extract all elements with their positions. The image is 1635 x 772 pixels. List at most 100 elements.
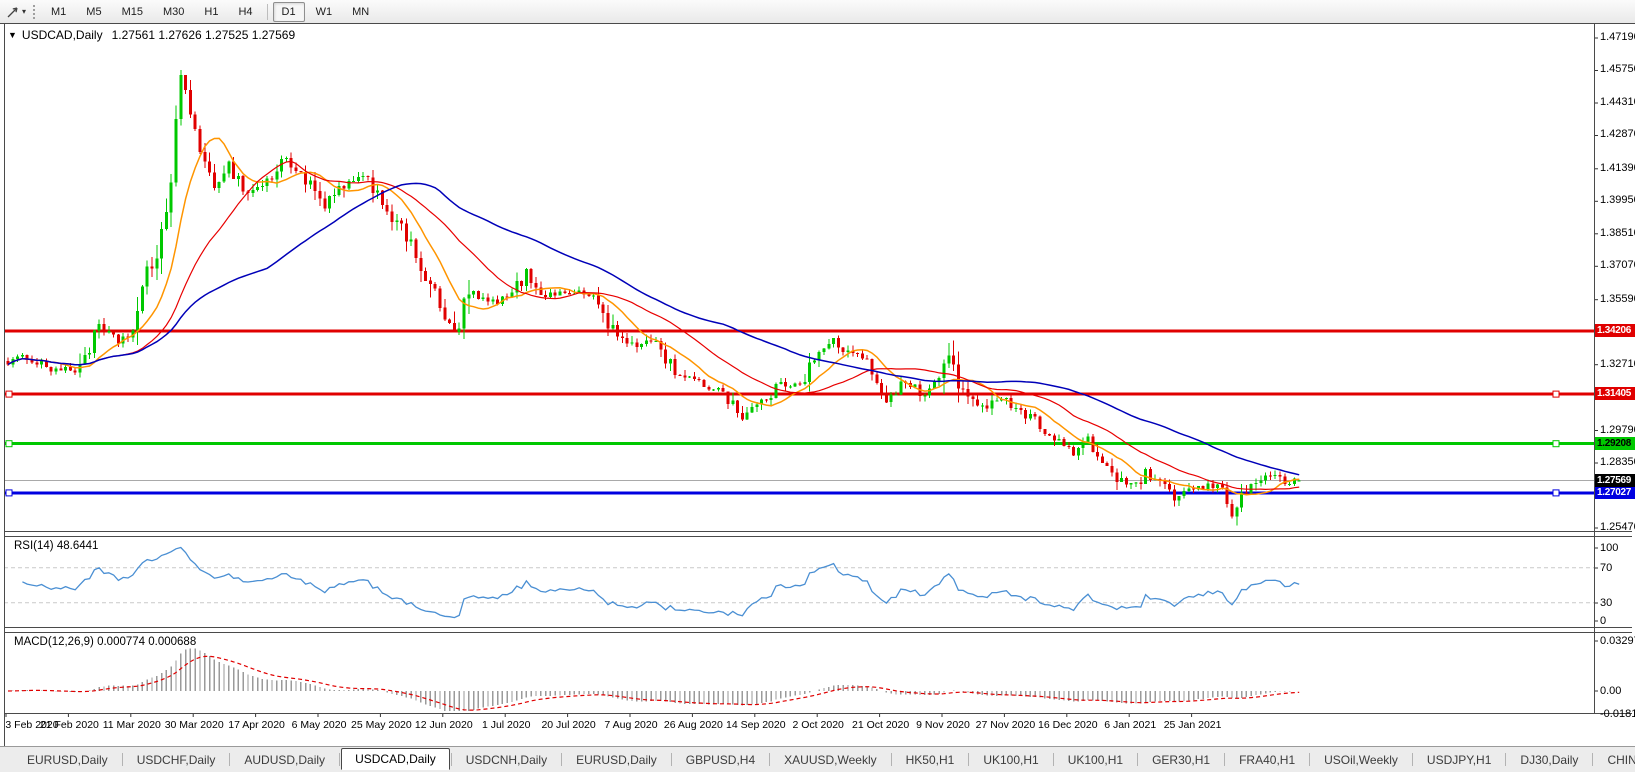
tab-separator (561, 753, 563, 766)
date-tick-label: 11 Mar 2020 (102, 719, 161, 731)
chart-canvas[interactable] (0, 0, 1635, 772)
macd-indicator-label: MACD(12,26,9) 0.000774 0.000688 (14, 636, 196, 648)
macd-tick-label: 0.032972 (1600, 635, 1635, 647)
timeframe-button-d1[interactable]: D1 (272, 1, 305, 22)
rsi-indicator-label: RSI(14) 48.6441 (14, 540, 98, 552)
price-tick-label: 1.39950 (1600, 194, 1635, 207)
date-tick-label: 21 Feb 2020 (39, 719, 99, 731)
price-axis-line[interactable] (1594, 24, 1595, 714)
tab-usdchf-daily[interactable]: USDCHF,Daily (124, 749, 229, 771)
tab-gbpusd-h4[interactable]: GBPUSD,H4 (673, 749, 768, 771)
tab-hk50-h1[interactable]: HK50,H1 (893, 749, 968, 771)
date-tick-label: 20 Jul 2020 (541, 719, 596, 731)
macd-tick-label: -0.01815 (1600, 708, 1635, 720)
timeframe-button-h4[interactable]: H4 (229, 2, 261, 22)
tab-ger30-h1[interactable]: GER30,H1 (1139, 749, 1223, 771)
price-level-tag: 1.34206 (1595, 323, 1635, 337)
date-tick-label: 21 Oct 2020 (851, 719, 910, 731)
tab-separator (1505, 753, 1507, 766)
date-tick-label: 30 Mar 2020 (164, 719, 224, 731)
timeframe-button-m5[interactable]: M5 (77, 2, 110, 22)
chart-symbol-label: USDCAD,Daily (21, 28, 103, 42)
price-level-tag: 1.31405 (1595, 387, 1635, 401)
macd-values: 0.000774 0.000688 (97, 636, 197, 648)
price-tick-label: 1.32710 (1600, 357, 1635, 370)
tab-separator (450, 753, 452, 766)
date-tick-label: 16 Dec 2020 (1038, 719, 1098, 731)
price-tick-label: 1.41390 (1600, 161, 1635, 174)
chart-ohlc-label: 1.27561 1.27626 1.27525 1.27569 (111, 28, 296, 42)
timeframe-button-m15[interactable]: M15 (113, 2, 152, 22)
date-tick-label: 27 Nov 2020 (975, 719, 1036, 731)
tab-audusd-daily[interactable]: AUDUSD,Daily (231, 749, 338, 771)
tab-uk100-h1[interactable]: UK100,H1 (1055, 749, 1136, 771)
date-tick-label: 26 Aug 2020 (663, 719, 723, 731)
price-tick-label: 1.28350 (1600, 456, 1635, 469)
timeframe-button-w1[interactable]: W1 (307, 2, 342, 22)
price-tick-label: 1.38510 (1600, 226, 1635, 239)
macd-tick-label: 0.00 (1600, 685, 1622, 697)
tab-fra40-h1[interactable]: FRA40,H1 (1226, 749, 1308, 771)
tab-dj30-daily[interactable]: DJ30,Daily (1507, 749, 1591, 771)
toolbar-separator (33, 4, 36, 19)
panel-separator[interactable] (4, 627, 1632, 628)
trading-chart-window: ▾ M1 M5 M15 M30 H1 H4 D1 W1 MN ▼ USDCAD,Daily 1.27… (0, 0, 1635, 772)
chart-title: ▼ USDCAD,Daily 1.27561 1.27626 1.27525 1.2… (8, 28, 295, 42)
timeframe-button-group: M1 M5 M15 M30 H1 H4 D1 W1 MN (41, 1, 379, 22)
date-tick-label: 25 May 2020 (351, 719, 412, 731)
date-tick-label: 17 Apr 2020 (228, 719, 285, 731)
price-level-tag: 1.29208 (1595, 436, 1635, 450)
tab-uk100-h1[interactable]: UK100,H1 (970, 749, 1051, 771)
date-tick-label: 7 Aug 2020 (604, 719, 658, 731)
macd-name: MACD(12,26,9) (14, 636, 94, 648)
tab-separator (968, 753, 970, 766)
tab-usdjpy-h1[interactable]: USDJPY,H1 (1414, 749, 1504, 771)
timeframe-button-m1[interactable]: M1 (42, 2, 75, 22)
tab-usoil-weekly[interactable]: USOil,Weekly (1311, 749, 1411, 771)
date-tick-label: 14 Sep 2020 (726, 719, 786, 731)
tab-separator (229, 753, 231, 766)
price-tick-label: 1.45750 (1600, 63, 1635, 76)
date-tick-label: 9 Nov 2020 (916, 719, 970, 731)
date-tick-label: 6 May 2020 (291, 719, 347, 731)
chart-dropdown-icon[interactable]: ▼ (8, 30, 17, 40)
timeframe-button-h1[interactable]: H1 (195, 2, 227, 22)
tab-eurusd-daily[interactable]: EURUSD,Daily (563, 749, 670, 771)
date-tick-label: 12 Jun 2020 (414, 719, 473, 731)
tab-xauusd-weekly[interactable]: XAUUSD,Weekly (771, 749, 889, 771)
rsi-name: RSI(14) (14, 540, 54, 552)
tab-china300-h1[interactable]: CHINA300,H1 (1594, 749, 1635, 771)
rsi-value: 48.6441 (56, 540, 99, 552)
price-tick-label: 1.47190 (1600, 31, 1635, 43)
price-tick-label: 1.29790 (1600, 423, 1635, 436)
tab-separator (769, 753, 771, 766)
tab-usdcnh-daily[interactable]: USDCNH,Daily (453, 749, 560, 771)
current-price-tag: 1.27569 (1595, 473, 1635, 487)
price-tick-label: 1.25470 (1600, 521, 1635, 533)
date-tick-label: 6 Jan 2021 (1104, 719, 1157, 731)
toolbar-divider (266, 3, 268, 20)
date-tick-label: 1 Jul 2020 (481, 719, 531, 731)
price-tick-label: 1.42870 (1600, 128, 1635, 141)
tab-bar: EURUSD,Daily USDCHF,Daily AUDUSD,Daily USDC… (0, 746, 1635, 772)
tab-separator (339, 753, 341, 766)
timeframe-button-mn[interactable]: MN (343, 2, 378, 22)
time-axis-line[interactable] (4, 713, 1632, 714)
tab-separator (1411, 753, 1413, 766)
chart-tabs: EURUSD,Daily USDCHF,Daily AUDUSD,Daily USDC… (14, 747, 1635, 771)
tab-separator (1224, 753, 1226, 766)
tab-separator (1309, 753, 1311, 766)
panel-separator[interactable] (4, 632, 1632, 633)
panel-separator[interactable] (4, 536, 1632, 537)
rsi-tick-label: 70 (1600, 562, 1613, 574)
crosshair-tool-icon[interactable] (3, 4, 21, 20)
timeframe-button-m30[interactable]: M30 (154, 2, 193, 22)
tab-separator (890, 753, 892, 766)
tool-dropdown-caret-icon[interactable]: ▾ (21, 7, 30, 16)
tab-separator (121, 753, 123, 766)
price-tick-label: 1.37070 (1600, 259, 1635, 272)
tab-usdcad-daily[interactable]: USDCAD,Daily (341, 747, 450, 770)
tab-eurusd-daily[interactable]: EURUSD,Daily (14, 749, 121, 771)
panel-separator[interactable] (4, 531, 1632, 532)
tab-separator (1592, 753, 1594, 766)
